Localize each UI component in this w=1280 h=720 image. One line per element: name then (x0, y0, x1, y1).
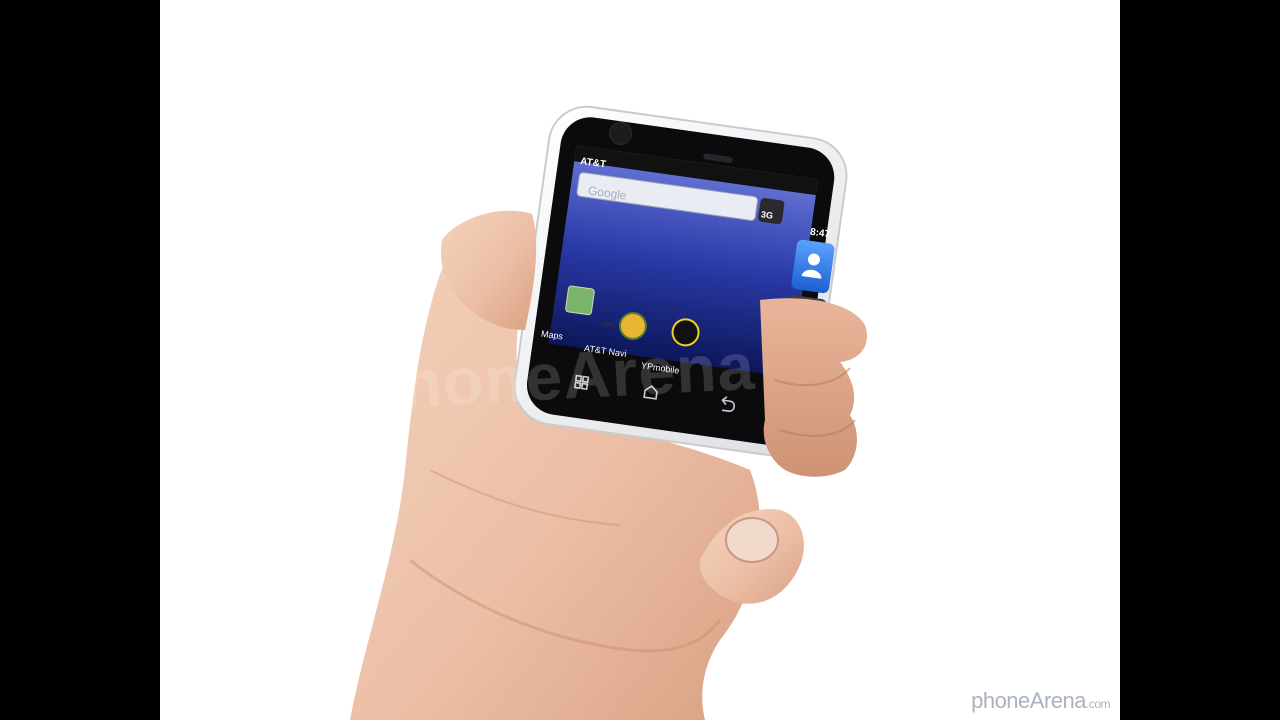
watermark-corner-brand: phoneArena (971, 688, 1086, 713)
network-label: 3G (760, 209, 774, 221)
watermark-corner-suffix: .com (1085, 697, 1111, 711)
phone-in-hand-illustration (350, 105, 868, 720)
watermark-corner: phoneArena.com (971, 688, 1110, 714)
product-photo: phoneArena phoneArena.com AT&T 3G 8:47 G… (160, 0, 1120, 720)
video-frame: phoneArena phoneArena.com AT&T 3G 8:47 G… (0, 0, 1280, 720)
hand-fingers (760, 298, 868, 477)
